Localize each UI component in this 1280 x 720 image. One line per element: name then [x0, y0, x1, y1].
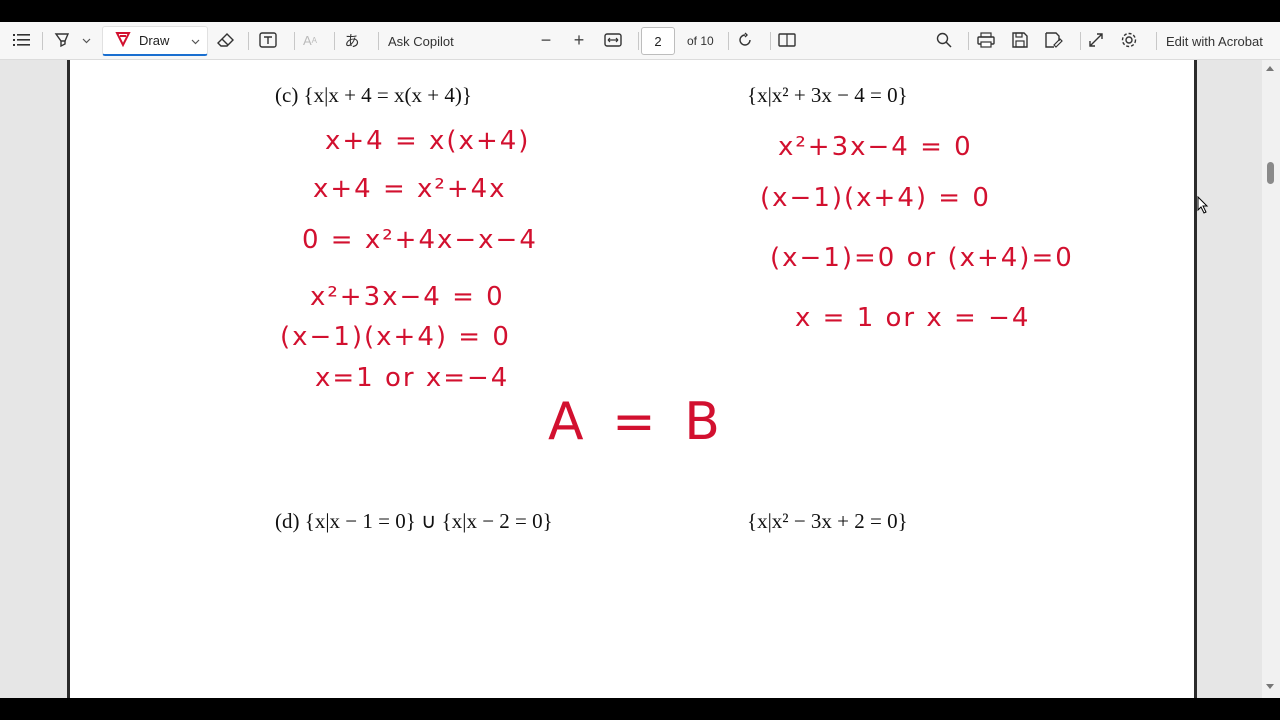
problem-c-right: {x|x² + 3x − 4 = 0} — [747, 83, 908, 107]
problem-d-right: {x|x² − 3x + 2 = 0} — [747, 509, 908, 533]
search-icon[interactable] — [930, 26, 958, 54]
handwriting-line: x=1 or x=−4 — [315, 363, 510, 393]
draw-button[interactable]: Draw — [102, 26, 208, 56]
zoom-in-button[interactable]: + — [565, 26, 593, 54]
eraser-icon[interactable] — [212, 26, 240, 54]
window-bottom-border — [0, 698, 1280, 720]
problem-d-left: (d) {x|x − 1 = 0} ∪ {x|x − 2 = 0} — [275, 509, 553, 533]
highlight-pen-icon[interactable] — [48, 26, 76, 54]
window-top-border — [0, 0, 1280, 22]
pdf-page: (c) {x|x + 4 = x(x + 4)} {x|x² + 3x − 4 … — [70, 60, 1194, 698]
toolbar-divider — [770, 32, 771, 50]
handwriting-line: (x−1)(x+4) = 0 — [760, 183, 991, 213]
scroll-down-arrow-icon[interactable] — [1266, 684, 1274, 689]
handwriting-line: x = 1 or x = −4 — [795, 303, 1031, 333]
scrollbar-thumb[interactable] — [1267, 162, 1274, 184]
page-view-icon[interactable] — [773, 26, 801, 54]
gear-icon[interactable] — [1115, 26, 1143, 54]
handwriting-line: x+4 = x(x+4) — [325, 126, 531, 156]
vertical-scrollbar[interactable] — [1262, 60, 1280, 698]
draw-chevron-down-icon[interactable] — [191, 33, 200, 48]
problem-c-left: (c) {x|x + 4 = x(x + 4)} — [275, 83, 472, 107]
print-icon[interactable] — [972, 26, 1000, 54]
page-total-label: of 10 — [687, 34, 714, 48]
pen-icon — [115, 31, 131, 50]
draw-label: Draw — [139, 33, 170, 48]
translate-icon[interactable]: あ — [338, 26, 366, 54]
handwriting-line: x²+3x−4 = 0 — [778, 132, 973, 162]
handwriting-line: (x−1)(x+4) = 0 — [280, 322, 511, 352]
fullscreen-icon[interactable] — [1082, 26, 1110, 54]
toolbar-divider — [294, 32, 295, 50]
handwriting-line: x²+3x−4 = 0 — [310, 282, 505, 312]
toolbar-divider — [42, 32, 43, 50]
scroll-up-arrow-icon[interactable] — [1266, 66, 1274, 71]
toolbar-divider — [1156, 32, 1157, 50]
handwriting-line: 0 = x²+4x−x−4 — [302, 225, 538, 255]
read-aloud-icon: AA — [302, 32, 317, 48]
toolbar-divider — [334, 32, 335, 50]
edit-with-acrobat-button[interactable]: Edit with Acrobat — [1166, 26, 1263, 56]
ask-copilot-button[interactable]: Ask Copilot — [388, 26, 454, 56]
toolbar-divider — [378, 32, 379, 50]
save-as-icon[interactable] — [1040, 26, 1068, 54]
toolbar-divider — [638, 32, 639, 50]
toolbar-divider — [1080, 32, 1081, 50]
handwriting-line: (x−1)=0 or (x+4)=0 — [770, 243, 1074, 273]
contents-list-icon[interactable] — [8, 26, 36, 54]
toolbar-divider — [728, 32, 729, 50]
mouse-cursor-icon — [1197, 195, 1209, 219]
rotate-icon[interactable] — [731, 26, 759, 54]
text-box-icon[interactable] — [254, 26, 282, 54]
toolbar-divider — [248, 32, 249, 50]
conclusion-handwriting: A = B — [548, 392, 726, 452]
highlight-chevron-down-icon[interactable] — [78, 26, 94, 56]
page-right-edge — [1194, 60, 1197, 698]
save-icon[interactable] — [1006, 26, 1034, 54]
fit-width-icon[interactable] — [599, 26, 627, 54]
toolbar-divider — [968, 32, 969, 50]
zoom-out-button[interactable]: − — [532, 26, 560, 54]
handwriting-line: x+4 = x²+4x — [313, 174, 507, 204]
page-number-input[interactable] — [641, 27, 675, 55]
pdf-toolbar: Draw AA あ Ask Copilot − + of 10 — [0, 22, 1280, 60]
